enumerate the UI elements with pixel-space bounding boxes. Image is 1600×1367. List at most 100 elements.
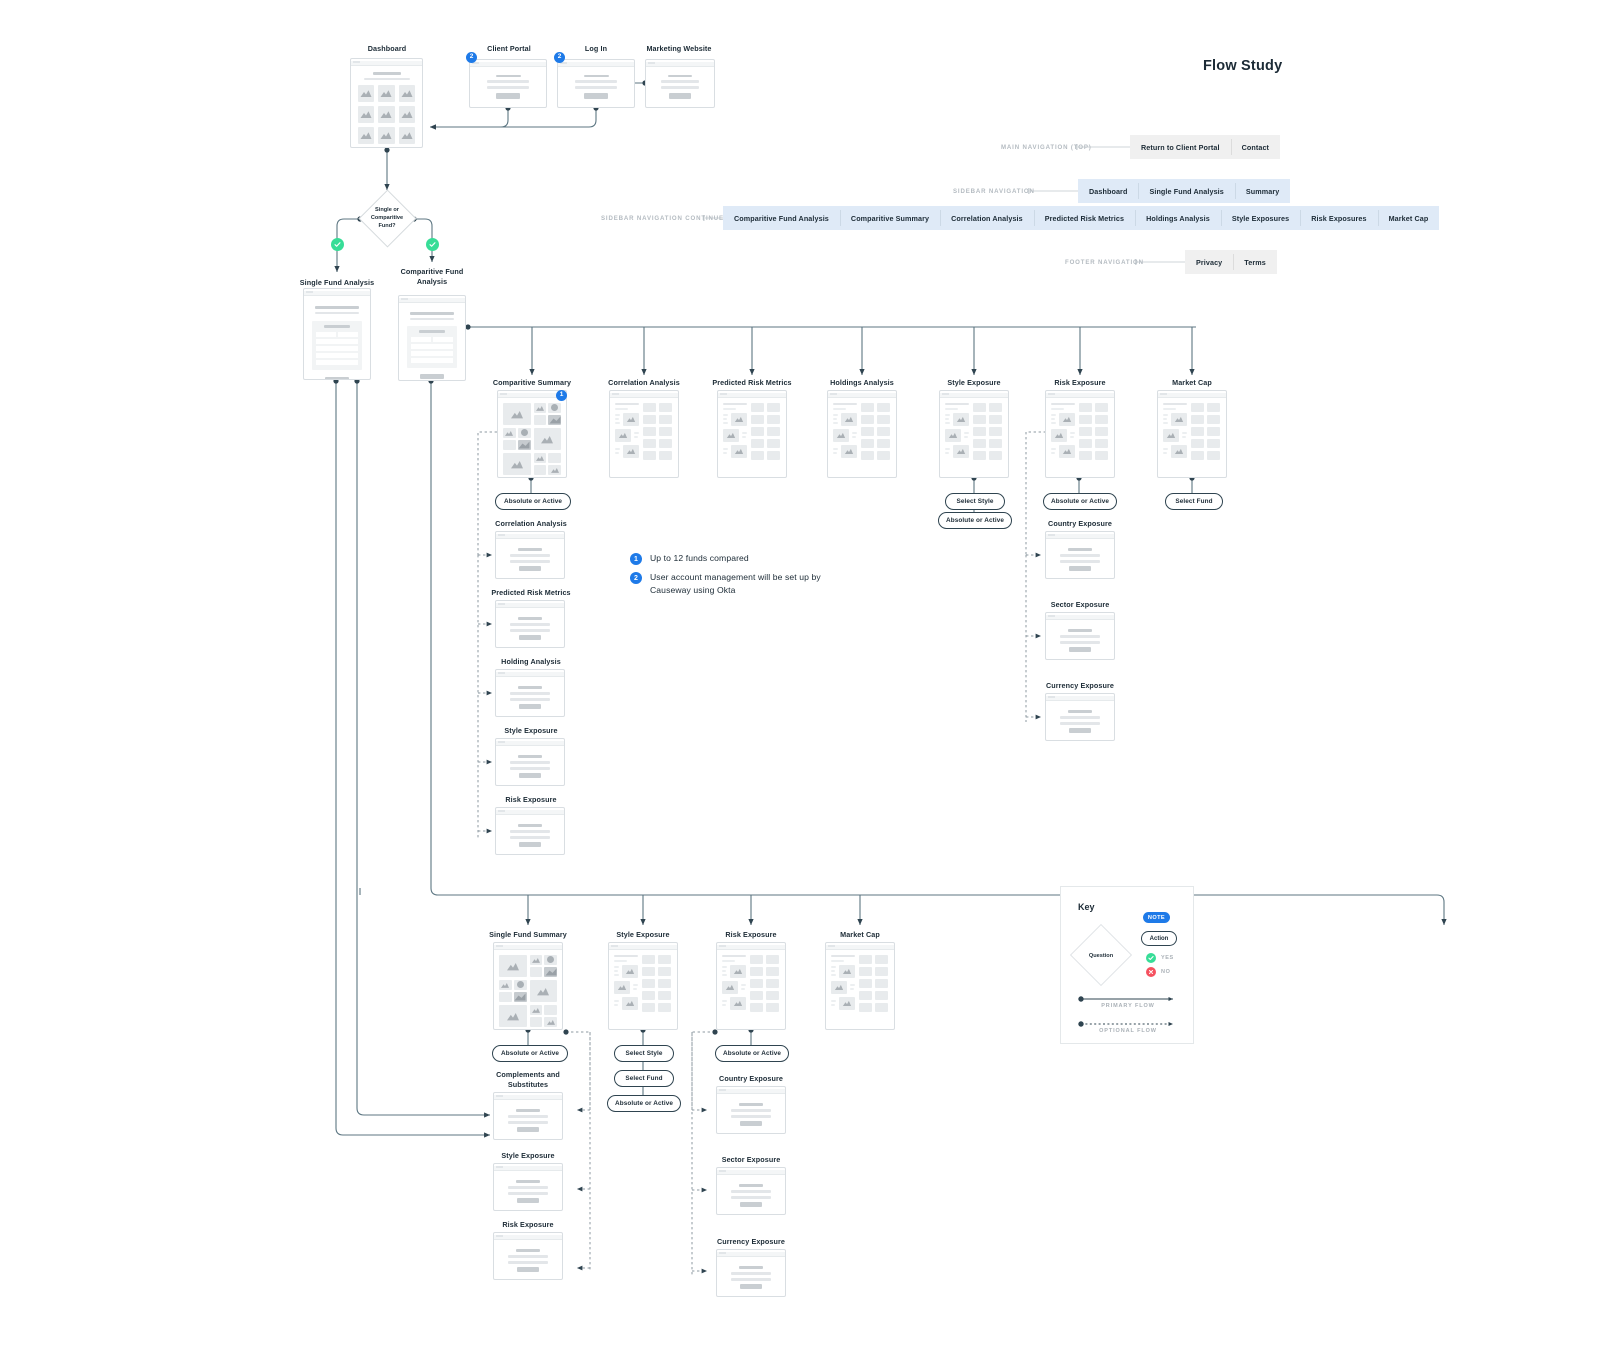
screen-comp-market-cap[interactable] — [1157, 390, 1227, 478]
note-2: 2 User account management will be set up… — [630, 571, 825, 597]
nav-footer: Privacy Terms — [1185, 250, 1277, 274]
screen-single-style-exposure[interactable] — [608, 942, 678, 1030]
screen-single-fund-analysis[interactable] — [303, 288, 371, 380]
action-absolute-or-active-comp-risk[interactable]: Absolute or Active — [1043, 493, 1117, 510]
screen-comp-style-exposure[interactable] — [939, 390, 1009, 478]
screen-single-sector-exposure[interactable] — [716, 1167, 786, 1215]
node-label-single-market-cap: Market Cap — [840, 930, 880, 939]
note-2-text: User account management will be set up b… — [650, 572, 821, 595]
node-label-comp-sector-exposure: Sector Exposure — [1050, 600, 1110, 609]
action-absolute-or-active-comp-style[interactable]: Absolute or Active — [938, 512, 1012, 529]
node-label-sub-holding-analysis: Holding Analysis — [501, 657, 561, 666]
badge-yes-comparitive — [426, 238, 439, 251]
node-label-complements-and-substitutes: Complements and Substitutes — [496, 1070, 560, 1089]
screen-single-country-exposure[interactable] — [716, 1086, 786, 1134]
node-label-single-fund-summary: Single Fund Summary — [489, 930, 567, 939]
nav-sidebar2-item-comparitive-summary[interactable]: Comparitive Summary — [839, 206, 940, 230]
node-label-single-sub-style-exposure: Style Exposure — [501, 1151, 555, 1160]
node-label-dashboard: Dashboard — [367, 44, 407, 53]
badge-yes-single — [331, 238, 344, 251]
node-label-comp-style-exposure: Style Exposure — [947, 378, 1001, 387]
marker-note-1-comparitive-summary: 1 — [556, 390, 567, 401]
screen-sub-correlation-analysis[interactable] — [495, 531, 565, 579]
marker-note-2-client-portal: 2 — [466, 52, 477, 63]
screen-complements-and-substitutes[interactable] — [493, 1092, 563, 1140]
nav-caption-footer: FOOTER NAVIGATION — [1065, 259, 1144, 266]
screen-single-risk-exposure[interactable] — [716, 942, 786, 1030]
screen-sub-style-exposure[interactable] — [495, 738, 565, 786]
screen-comp-holdings-analysis[interactable] — [827, 390, 897, 478]
action-absolute-or-active-comparitive-summary[interactable]: Absolute or Active — [495, 493, 571, 510]
marker-note-2-login: 2 — [554, 52, 565, 63]
node-label-single-currency-exposure: Currency Exposure — [716, 1237, 785, 1246]
nav-caption-main: MAIN NAVIGATION (TOP) — [1001, 144, 1092, 151]
screen-single-market-cap[interactable] — [825, 942, 895, 1030]
screen-single-sub-style-exposure[interactable] — [493, 1163, 563, 1211]
action-absolute-or-active-single-summary[interactable]: Absolute or Active — [492, 1045, 568, 1062]
nav-sidebar-item-summary[interactable]: Summary — [1234, 179, 1290, 203]
screen-comp-correlation-analysis[interactable] — [609, 390, 679, 478]
action-select-style-comp[interactable]: Select Style — [945, 493, 1005, 510]
action-absolute-or-active-single-style[interactable]: Absolute or Active — [607, 1095, 681, 1112]
screen-comparitive-fund-analysis[interactable] — [398, 295, 466, 381]
key-flow-lines — [1078, 996, 1174, 1027]
nav-caption-sidebar: SIDEBAR NAVIGATION — [953, 188, 1035, 195]
note-1-text: Up to 12 funds compared — [650, 553, 749, 563]
nav-sidebar-item-single-fund-analysis[interactable]: Single Fund Analysis — [1138, 179, 1234, 203]
note-1: 1 Up to 12 funds compared — [630, 552, 749, 565]
nav-sidebar2-item-market-cap[interactable]: Market Cap — [1377, 206, 1440, 230]
screen-sub-risk-exposure[interactable] — [495, 807, 565, 855]
nav-caption-sidebar-continued: SIDEBAR NAVIGATION CONTINUED — [601, 215, 730, 222]
node-label-single-risk-exposure: Risk Exposure — [725, 930, 777, 939]
node-label-sub-correlation-analysis: Correlation Analysis — [495, 519, 567, 528]
nav-sidebar-continued: Comparitive Fund Analysis Comparitive Su… — [723, 206, 1440, 230]
screen-comp-predicted-risk-metrics[interactable] — [717, 390, 787, 478]
nav-sidebar2-item-comparitive-fund-analysis[interactable]: Comparitive Fund Analysis — [723, 206, 840, 230]
screen-sub-holding-analysis[interactable] — [495, 669, 565, 717]
nav-sidebar2-item-style-exposures[interactable]: Style Exposures — [1220, 206, 1300, 230]
nav-main: Return to Client Portal Contact — [1130, 135, 1281, 159]
screen-comp-country-exposure[interactable] — [1045, 531, 1115, 579]
node-label-marketing-website: Marketing Website — [646, 44, 712, 53]
screen-comp-sector-exposure[interactable] — [1045, 612, 1115, 660]
action-select-style-single[interactable]: Select Style — [614, 1045, 674, 1062]
screen-dashboard[interactable] — [350, 58, 423, 148]
nav-footer-item-terms[interactable]: Terms — [1233, 250, 1277, 274]
nav-sidebar: Dashboard Single Fund Analysis Summary — [1078, 179, 1291, 203]
note-1-number: 1 — [630, 553, 642, 565]
action-select-fund-single[interactable]: Select Fund — [614, 1070, 674, 1087]
key-optional-flow-label: OPTIONAL FLOW — [1099, 1028, 1157, 1034]
nav-sidebar2-item-holdings-analysis[interactable]: Holdings Analysis — [1135, 206, 1221, 230]
node-label-comp-risk-exposure: Risk Exposure — [1054, 378, 1106, 387]
screen-sub-predicted-risk-metrics[interactable] — [495, 600, 565, 648]
node-label-sub-predicted-risk-metrics: Predicted Risk Metrics — [491, 588, 571, 597]
node-label-comp-holdings-analysis: Holdings Analysis — [830, 378, 894, 387]
node-label-comp-correlation-analysis: Correlation Analysis — [608, 378, 680, 387]
nav-main-item-return-to-client-portal[interactable]: Return to Client Portal — [1130, 135, 1231, 159]
node-label-single-fund-analysis: Single Fund Analysis — [299, 278, 375, 287]
screen-single-fund-summary[interactable] — [493, 942, 563, 1030]
nav-sidebar2-item-correlation-analysis[interactable]: Correlation Analysis — [940, 206, 1034, 230]
screen-marketing-website[interactable] — [645, 59, 715, 108]
node-label-single-sector-exposure: Sector Exposure — [721, 1155, 781, 1164]
screen-comparitive-summary[interactable] — [497, 390, 567, 478]
screen-single-currency-exposure[interactable] — [716, 1249, 786, 1297]
screen-login[interactable] — [557, 59, 635, 108]
node-label-sub-risk-exposure: Risk Exposure — [505, 795, 557, 804]
nav-footer-item-privacy[interactable]: Privacy — [1185, 250, 1233, 274]
node-label-single-country-exposure: Country Exposure — [719, 1074, 783, 1083]
action-absolute-or-active-single-risk[interactable]: Absolute or Active — [715, 1045, 789, 1062]
node-label-comparitive-summary: Comparitive Summary — [492, 378, 572, 387]
nav-sidebar-item-dashboard[interactable]: Dashboard — [1078, 179, 1138, 203]
nav-sidebar2-item-risk-exposures[interactable]: Risk Exposures — [1300, 206, 1377, 230]
node-label-single-style-exposure: Style Exposure — [616, 930, 670, 939]
screen-comp-risk-exposure[interactable] — [1045, 390, 1115, 478]
nav-main-item-contact[interactable]: Contact — [1230, 135, 1280, 159]
node-label-comp-predicted-risk-metrics: Predicted Risk Metrics — [712, 378, 792, 387]
screen-comp-currency-exposure[interactable] — [1045, 693, 1115, 741]
screen-client-portal[interactable] — [469, 59, 547, 108]
node-label-comp-country-exposure: Country Exposure — [1048, 519, 1112, 528]
nav-sidebar2-item-predicted-risk-metrics[interactable]: Predicted Risk Metrics — [1033, 206, 1135, 230]
screen-single-sub-risk-exposure[interactable] — [493, 1232, 563, 1280]
action-select-fund-comp-market-cap[interactable]: Select Fund — [1165, 493, 1223, 510]
